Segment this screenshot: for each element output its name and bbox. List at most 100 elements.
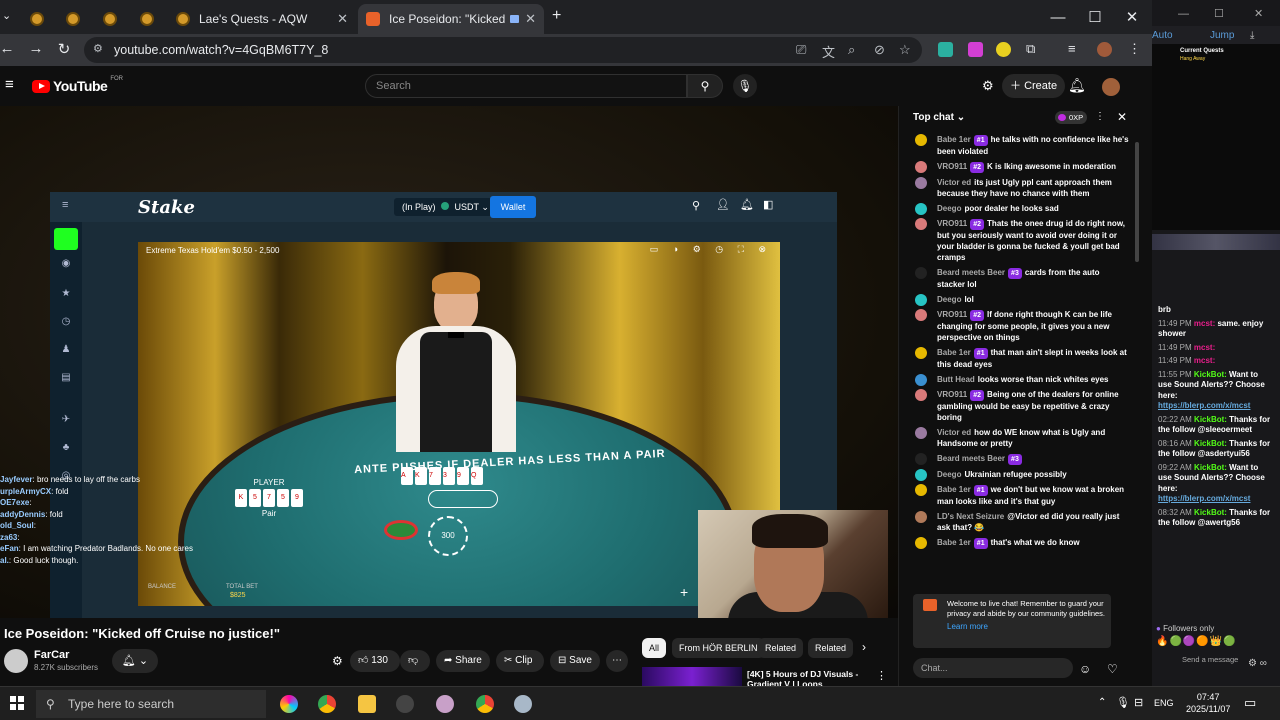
dislike-button[interactable]: 👎︎ (400, 650, 430, 672)
chrome-icon[interactable] (476, 695, 494, 713)
steam-icon[interactable] (396, 695, 414, 713)
extensions-puzzle-icon[interactable]: ⧉ (1026, 41, 1035, 57)
extension-icon[interactable] (938, 42, 953, 57)
zoom-icon[interactable]: ⌕ (848, 42, 855, 58)
close-tab-icon[interactable]: ✕ (331, 11, 348, 27)
minimize-window-icon[interactable]: — (1040, 0, 1076, 34)
kick-chat-message[interactable]: 11:49 PM mcst: (1152, 355, 1276, 369)
chat-message[interactable]: VRO911 #2 If done right though K can be li… (899, 307, 1133, 345)
close-chat-icon[interactable]: ✕ (1117, 110, 1127, 124)
app-icon[interactable] (436, 695, 454, 713)
chat-message[interactable]: Victor ed how do WE know what is Ugly and… (899, 425, 1133, 451)
chat-author-name[interactable]: Babe 1er (937, 348, 971, 357)
kick-chat-message[interactable]: 02:22 AM KickBot: Thanks for the follow … (1152, 414, 1276, 438)
jump-button[interactable]: Jump (1210, 30, 1234, 41)
kick-chat-message[interactable]: 08:16 AM KickBot: Thanks for the follow … (1152, 438, 1276, 462)
media-control-icon[interactable]: ≡ (1068, 41, 1076, 56)
windows-start-icon[interactable] (10, 696, 24, 710)
chat-scrollbar[interactable] (1135, 142, 1139, 262)
extension-gear-icon[interactable]: ⚙ (332, 654, 343, 668)
kick-chat-message[interactable]: 11:49 PM mcst: same. enjoy shower (1152, 318, 1276, 342)
related-more-icon[interactable]: ⋮ (876, 669, 887, 682)
chat-input[interactable]: Chat... (913, 658, 1073, 678)
kick-chat-user[interactable]: KickBot: (1194, 463, 1227, 472)
network-icon[interactable]: ⊟ (1134, 696, 1143, 709)
kick-chat-user[interactable]: KickBot: (1194, 508, 1227, 517)
chat-user-avatar[interactable] (915, 177, 927, 189)
chat-message[interactable]: Babe 1er #1 that's what we do know (899, 535, 1133, 551)
taskbar-clock[interactable]: 07:47 2025/11/07 (1186, 691, 1230, 715)
chat-user-avatar[interactable] (915, 309, 927, 321)
notification-center-icon[interactable]: ▭ (1244, 695, 1256, 711)
kick-settings-icon[interactable]: ⚙ ∞ (1248, 658, 1267, 669)
kick-chat-user[interactable]: KickBot: (1194, 415, 1227, 424)
chat-message[interactable]: Beard meets Beer #3 cards from the auto st… (899, 265, 1133, 292)
save-button[interactable]: ⊟ Save (550, 650, 600, 672)
chat-author-name[interactable]: Deego (937, 295, 961, 304)
chat-message[interactable]: Babe 1er #1 that man ain't slept in weeks … (899, 345, 1133, 372)
chat-user-avatar[interactable] (915, 267, 927, 279)
chat-user-avatar[interactable] (915, 469, 927, 481)
chat-message[interactable]: Deego lol (899, 292, 1133, 307)
copilot-icon[interactable] (280, 695, 298, 713)
address-bar[interactable]: ⚙ youtube.com/watch?v=4GqBM6T7Y_8 ⎚ 文 ⌕ … (84, 37, 922, 63)
chat-user-avatar[interactable] (915, 347, 927, 359)
browser-tab-2[interactable] (58, 4, 94, 34)
chat-message[interactable]: VRO911 #2 K is lking awesome in moderation (899, 159, 1133, 175)
quality-auto[interactable]: Auto (1152, 30, 1173, 41)
kick-maximize-icon[interactable]: ☐ (1214, 7, 1224, 20)
chat-message[interactable]: LD's Next Seizure @Victor ed did you real… (899, 509, 1133, 535)
close-tab-icon[interactable]: ✕ (519, 11, 536, 27)
chat-message[interactable]: VRO911 #2 Being one of the dealers for onl… (899, 387, 1133, 425)
chat-user-avatar[interactable] (915, 218, 927, 230)
voice-search-mic-icon[interactable]: 🎙 (733, 74, 757, 98)
kick-minimize-icon[interactable]: — (1178, 8, 1189, 20)
eye-off-icon[interactable]: ⊘ (874, 42, 885, 58)
like-button[interactable]: 👍︎ 130 (350, 650, 400, 672)
kick-chat-user[interactable]: mcst: (1194, 319, 1215, 328)
kick-mini-player[interactable]: Current Quests Hang Away (1152, 44, 1280, 250)
kick-close-icon[interactable]: ✕ (1254, 7, 1263, 20)
new-tab-button[interactable]: + (552, 7, 561, 25)
chat-user-avatar[interactable] (915, 374, 927, 386)
back-icon[interactable]: ← (0, 40, 17, 57)
chat-user-avatar[interactable] (915, 537, 927, 549)
maximize-window-icon[interactable]: ☐ (1077, 0, 1113, 34)
chat-author-name[interactable]: Butt Head (937, 375, 975, 384)
cast-icon[interactable]: ⎚ (796, 42, 806, 58)
chat-author-name[interactable]: Beard meets Beer (937, 454, 1005, 463)
search-input[interactable]: Search (365, 74, 687, 98)
chat-message[interactable]: Butt Head looks worse than nick whites ey… (899, 372, 1133, 387)
kick-chat-user[interactable]: KickBot: (1194, 439, 1227, 448)
close-window-icon[interactable]: ✕ (1114, 0, 1150, 34)
chip-related-2[interactable]: Related (808, 638, 854, 658)
kick-emote-row[interactable]: 🔥🟢🟣🟠👑🟢 (1156, 636, 1276, 650)
browser-tab-3[interactable] (95, 4, 131, 34)
browser-tab-4[interactable] (132, 4, 168, 34)
chat-author-name[interactable]: Victor ed (937, 178, 971, 187)
kick-chat-message[interactable]: 09:22 AM KickBot: Want to use Sound Aler… (1152, 462, 1276, 507)
youtube-logo[interactable]: YouTube FOR (32, 76, 123, 94)
heart-reaction-icon[interactable]: ♡ (1107, 662, 1118, 676)
tray-chevron-icon[interactable]: ⌃ (1098, 697, 1106, 708)
emoji-icon[interactable]: ☺ (1079, 662, 1091, 676)
kick-chat-user[interactable]: mcst: (1194, 356, 1215, 365)
chat-author-name[interactable]: Victor ed (937, 428, 971, 437)
browser-menu-icon[interactable]: ⋮ (1128, 41, 1141, 57)
hamburger-menu-icon[interactable]: ≡ (5, 76, 14, 93)
chat-user-avatar[interactable] (915, 203, 927, 215)
chat-author-name[interactable]: Beard meets Beer (937, 268, 1005, 277)
channel-name[interactable]: FarCar (34, 649, 69, 661)
video-player[interactable]: ≡ Stake (In Play) USDT ⌄ Wallet ⚲ 👤︎ 🔔︎ … (0, 106, 898, 618)
chat-message[interactable]: Babe 1er #1 we don't but we know wat a bro… (899, 482, 1133, 509)
kick-chat-message[interactable]: 11:55 PM KickBot: Want to use Sound Aler… (1152, 369, 1276, 414)
chat-message[interactable]: Victor ed its just Ugly ppl cant approach… (899, 175, 1133, 201)
chevron-right-icon[interactable]: › (862, 640, 866, 654)
clip-button[interactable]: ✂ Clip (496, 650, 544, 672)
learn-more-link[interactable]: Learn more (947, 622, 1105, 632)
chat-message[interactable]: Deego Ukrainian refugee possibly (899, 467, 1133, 482)
kick-send-message-input[interactable]: Send a message (1164, 656, 1244, 676)
chat-author-name[interactable]: Babe 1er (937, 135, 971, 144)
chat-message[interactable]: Deego poor dealer he looks sad (899, 201, 1133, 216)
app-icon[interactable] (514, 695, 532, 713)
